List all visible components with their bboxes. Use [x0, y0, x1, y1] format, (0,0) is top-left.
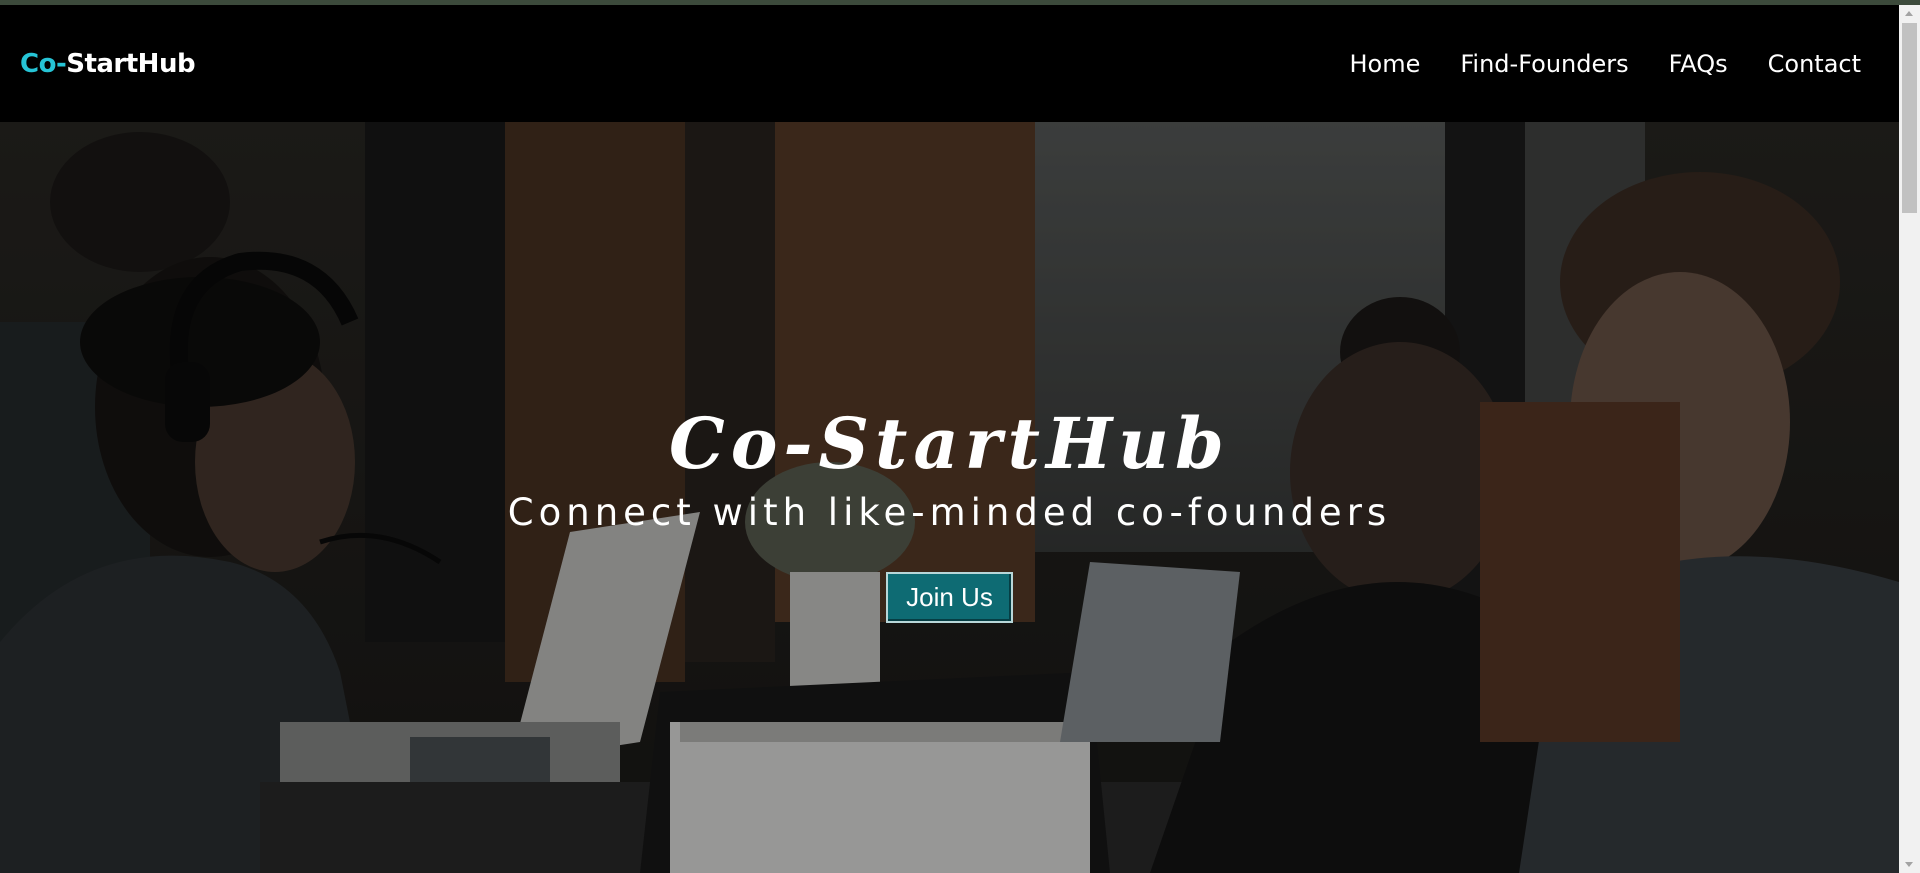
page-viewport: Co-StartHub Home Find-Founders FAQs Cont… [0, 5, 1899, 873]
brand-name: StartHub [66, 48, 196, 79]
hero-subtitle: Connect with like-minded co-founders [507, 491, 1392, 534]
join-us-button[interactable]: Join Us [886, 572, 1013, 623]
nav-links: Home Find-Founders FAQs Contact [1349, 50, 1861, 78]
scroll-down-arrow-icon[interactable] [1905, 862, 1913, 867]
navbar: Co-StartHub Home Find-Founders FAQs Cont… [0, 5, 1899, 122]
vertical-scrollbar[interactable] [1899, 5, 1920, 873]
hero-content: Co-StartHub Connect with like-minded co-… [0, 402, 1899, 623]
scrollbar-thumb[interactable] [1902, 23, 1917, 213]
brand-logo[interactable]: Co-StartHub [20, 48, 196, 79]
nav-link-find-founders[interactable]: Find-Founders [1460, 50, 1628, 78]
brand-accent: Co- [20, 48, 67, 79]
scroll-up-arrow-icon[interactable] [1905, 11, 1913, 16]
nav-link-home[interactable]: Home [1349, 50, 1420, 78]
hero-title: Co-StartHub [669, 402, 1230, 485]
nav-link-contact[interactable]: Contact [1768, 50, 1861, 78]
nav-link-faqs[interactable]: FAQs [1669, 50, 1728, 78]
hero-section: Co-StartHub Connect with like-minded co-… [0, 122, 1899, 873]
